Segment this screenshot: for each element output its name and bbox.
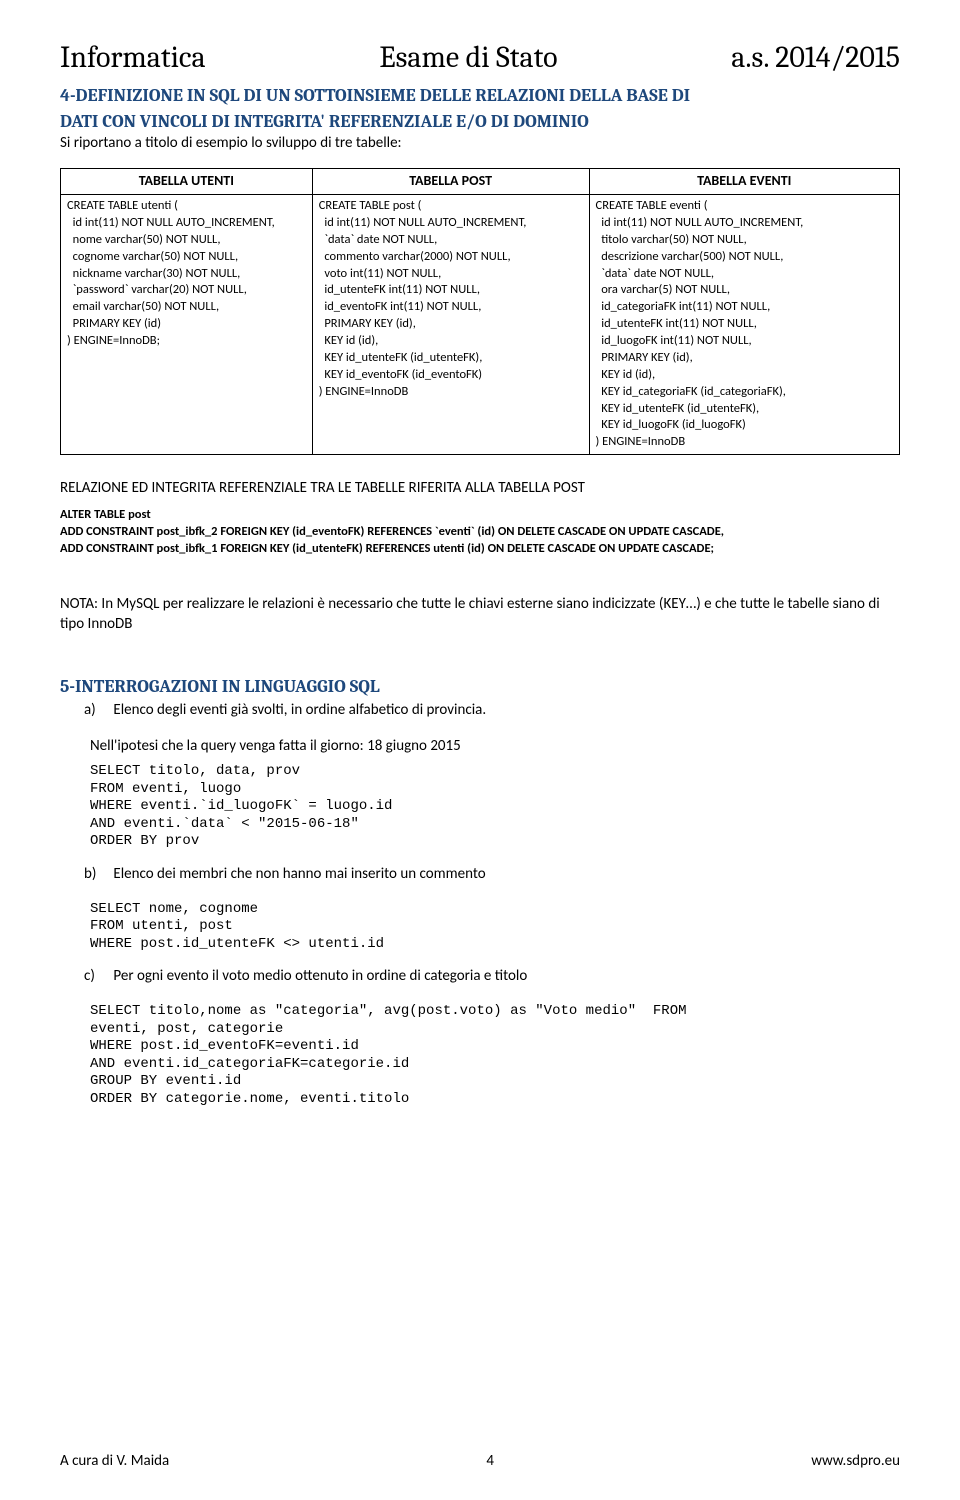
alter-line2: ADD CONSTRAINT post_ibfk_2 FOREIGN KEY (… xyxy=(60,524,900,541)
section5-title: 5-INTERROGAZIONI IN LINGUAGGIO SQL xyxy=(60,676,900,697)
page-footer: A cura di V. Maida 4 www.sdpro.eu xyxy=(60,1432,900,1470)
footer-left: A cura di V. Maida xyxy=(60,1452,169,1470)
sql-tables: TABELLA UTENTI TABELLA POST TABELLA EVEN… xyxy=(60,168,900,455)
th-utenti: TABELLA UTENTI xyxy=(61,169,313,195)
item-b-text: Elenco dei membri che non hanno mai inse… xyxy=(113,865,485,883)
item-a-code: SELECT titolo, data, prov FROM eventi, l… xyxy=(90,763,900,851)
sql-utenti: CREATE TABLE utenti ( id int(11) NOT NUL… xyxy=(67,198,306,350)
sql-eventi: CREATE TABLE eventi ( id int(11) NOT NUL… xyxy=(596,198,893,451)
item-b-label: b) xyxy=(84,865,110,883)
header-center: Esame di Stato xyxy=(379,40,557,75)
query-list: a) Elenco degli eventi già svolti, in or… xyxy=(84,701,900,729)
item-a-label: a) xyxy=(84,701,110,719)
footer-right: www.sdpro.eu xyxy=(811,1452,900,1470)
th-post: TABELLA POST xyxy=(312,169,589,195)
item-c-text: Per ogni evento il voto medio ottenuto i… xyxy=(113,967,527,985)
sql-post: CREATE TABLE post ( id int(11) NOT NULL … xyxy=(319,198,583,401)
alter-line1: ALTER TABLE post xyxy=(60,507,900,524)
rel-title: RELAZIONE ED INTEGRITA REFERENZIALE TRA … xyxy=(60,479,900,497)
header-right: a.s. 2014/2015 xyxy=(731,40,900,75)
item-a-subtext: Nell'ipotesi che la query venga fatta il… xyxy=(90,737,900,755)
alter-table-block: ALTER TABLE post ADD CONSTRAINT post_ibf… xyxy=(60,507,900,558)
th-eventi: TABELLA EVENTI xyxy=(589,169,899,195)
nota-paragraph: NOTA: In MySQL per realizzare le relazio… xyxy=(60,594,900,635)
item-a-text: Elenco degli eventi già svolti, in ordin… xyxy=(113,701,486,719)
item-b-code: SELECT nome, cognome FROM utenti, post W… xyxy=(90,901,900,954)
item-c-code: SELECT titolo,nome as "categoria", avg(p… xyxy=(90,1003,900,1108)
header-left: Informatica xyxy=(60,40,206,75)
section4-title-line1: 4-DEFINIZIONE IN SQL DI UN SOTTOINSIEME … xyxy=(60,85,900,107)
page-header: Informatica Esame di Stato a.s. 2014/201… xyxy=(60,40,900,75)
footer-center: 4 xyxy=(486,1452,494,1470)
alter-line3: ADD CONSTRAINT post_ibfk_1 FOREIGN KEY (… xyxy=(60,541,900,558)
document-page: Informatica Esame di Stato a.s. 2014/201… xyxy=(0,0,960,1500)
section4-title-line2: DATI CON VINCOLI DI INTEGRITA' REFERENZI… xyxy=(60,111,900,133)
section4-intro: Si riportano a titolo di esempio lo svil… xyxy=(60,134,900,152)
item-c-label: c) xyxy=(84,967,110,985)
